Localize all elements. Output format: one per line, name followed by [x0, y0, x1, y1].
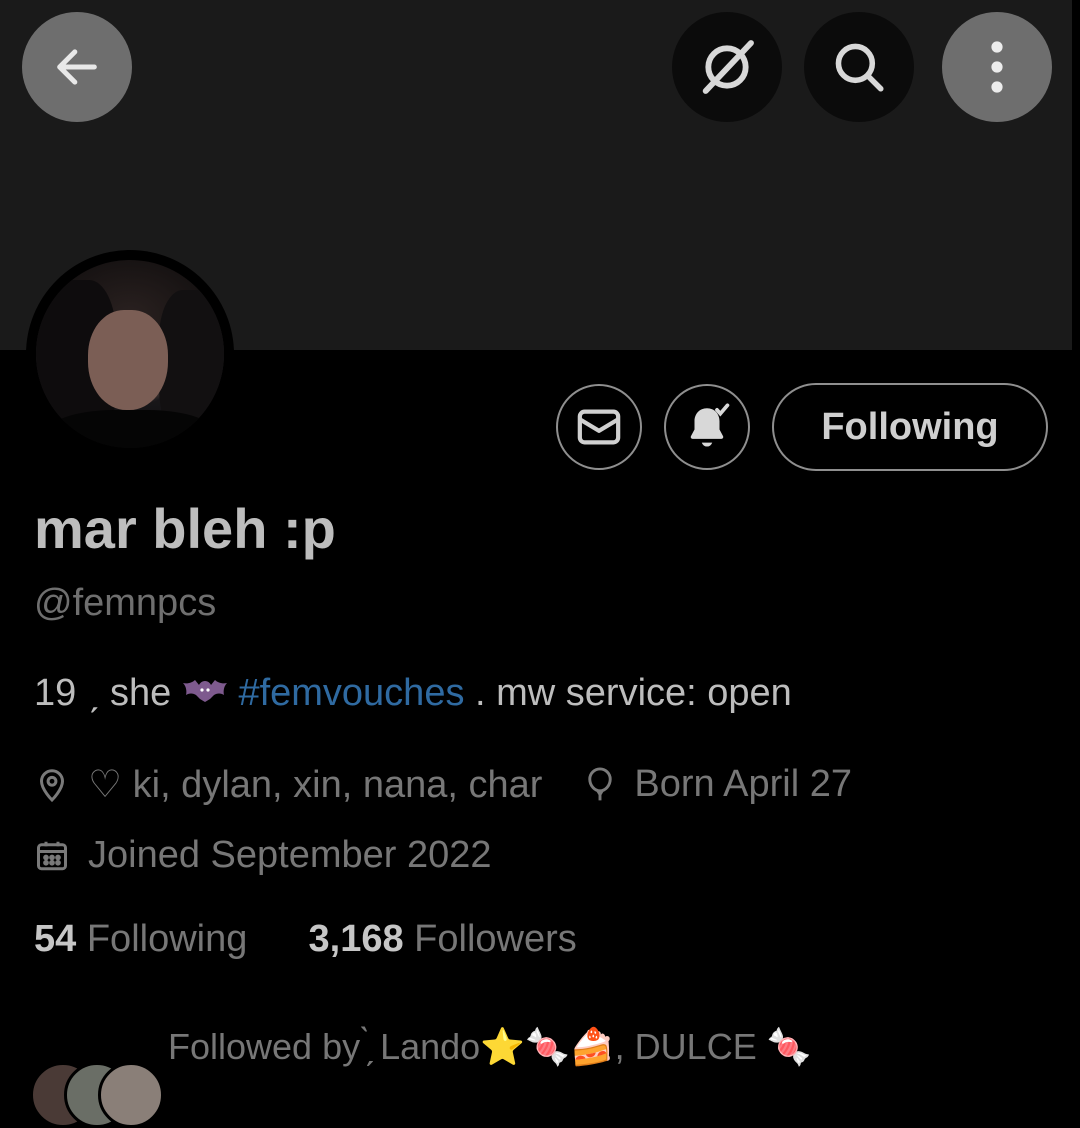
bio-text-end: . mw service: open: [464, 672, 792, 714]
username-handle: @femnpcs: [34, 582, 217, 624]
bio-text-start: 19 ˏ she: [34, 672, 182, 714]
following-label: Following: [86, 918, 248, 960]
envelope-icon: [577, 409, 621, 445]
back-button[interactable]: [22, 12, 132, 122]
followers-stat[interactable]: 3,168 Followers: [309, 918, 577, 960]
avatar-photo: [36, 260, 224, 448]
more-button[interactable]: [942, 12, 1052, 122]
joined-text: Joined September 2022: [88, 834, 492, 876]
grok-button[interactable]: [672, 12, 782, 122]
bat-emoji-icon: [182, 673, 228, 717]
birthday-text: Born April 27: [634, 763, 852, 805]
location-text: ♡ ki, dylan, xin, nana, char: [88, 764, 543, 806]
avatar[interactable]: [26, 250, 234, 458]
balloon-icon: [588, 766, 613, 800]
following-count: 54: [34, 918, 77, 960]
display-name: mar bleh :p: [34, 497, 336, 560]
mutual-avatar: [98, 1062, 164, 1128]
following-button[interactable]: Following: [772, 383, 1048, 471]
calendar-icon: [37, 841, 67, 870]
bell-check-icon: [690, 403, 730, 447]
profile-meta-joined: Joined September 2022: [34, 834, 492, 877]
following-button-label: Following: [821, 405, 999, 448]
follow-stats: 54 Following 3,168 Followers: [34, 918, 577, 961]
search-icon: [835, 43, 884, 92]
profile-meta-location-birthday: ♡ ki, dylan, xin, nana, char Born April …: [34, 762, 852, 807]
followers-label: Followers: [414, 918, 577, 960]
hashtag-link[interactable]: #femvouches: [238, 672, 464, 714]
notifications-button[interactable]: [664, 384, 750, 470]
banner-edge: [1072, 0, 1080, 350]
more-vertical-icon: [991, 41, 1003, 93]
message-button[interactable]: [556, 384, 642, 470]
grok-slash-icon: [702, 40, 754, 94]
followers-count: 3,168: [308, 918, 404, 960]
search-button[interactable]: [804, 12, 914, 122]
following-stat[interactable]: 54 Following: [34, 918, 247, 960]
profile-bio: 19 ˏ she #femvouches . mw service: open: [34, 672, 792, 717]
arrow-left-icon: [57, 49, 97, 85]
followed-by-text[interactable]: Followed by ̗̀ Lando⭐🍬🍰, DULCE 🍬: [168, 1026, 812, 1068]
location-pin-icon: [39, 768, 65, 802]
